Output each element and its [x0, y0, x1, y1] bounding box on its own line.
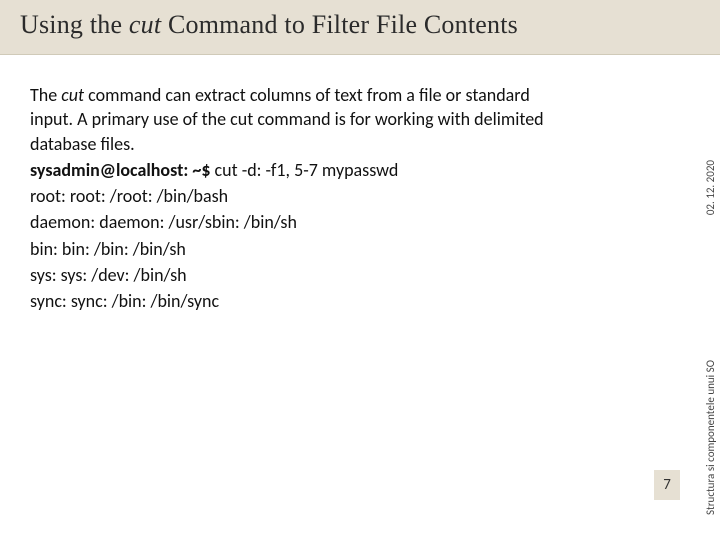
slide: Using the cut Command to Filter File Con… [0, 0, 720, 540]
intro-pre: The [30, 84, 61, 106]
side-text-block: 02. 12. 2020 Structura si componentele u… [682, 100, 704, 380]
slide-body: The cut command can extract columns of t… [0, 55, 620, 334]
title-pre: Using the [20, 10, 129, 39]
output-line: sys: sys: /dev: /bin/sh [30, 263, 550, 287]
output-line: root: root: /root: /bin/bash [30, 184, 550, 208]
intro-cmd: cut [61, 84, 84, 106]
intro-post: command can extract columns of text from… [30, 84, 544, 155]
intro-paragraph: The cut command can extract columns of t… [30, 83, 550, 156]
shell-command: cut -d: -f1, 5-7 mypasswd [210, 159, 398, 181]
side-course: Structura si componentele unui SO [704, 360, 717, 515]
side-date: 02. 12. 2020 [704, 160, 717, 215]
title-emphasis: cut [129, 10, 161, 39]
title-bar: Using the cut Command to Filter File Con… [0, 0, 720, 55]
shell-prompt: sysadmin@localhost: ~$ [30, 159, 210, 181]
command-line: sysadmin@localhost: ~$ cut -d: -f1, 5-7 … [30, 158, 550, 182]
output-line: daemon: daemon: /usr/sbin: /bin/sh [30, 210, 550, 234]
page-number-value: 7 [663, 476, 671, 494]
page-number: 7 [654, 470, 680, 500]
slide-title: Using the cut Command to Filter File Con… [20, 10, 700, 40]
output-line: bin: bin: /bin: /bin/sh [30, 237, 550, 261]
title-post: Command to Filter File Contents [161, 10, 518, 39]
output-line: sync: sync: /bin: /bin/sync [30, 289, 550, 313]
